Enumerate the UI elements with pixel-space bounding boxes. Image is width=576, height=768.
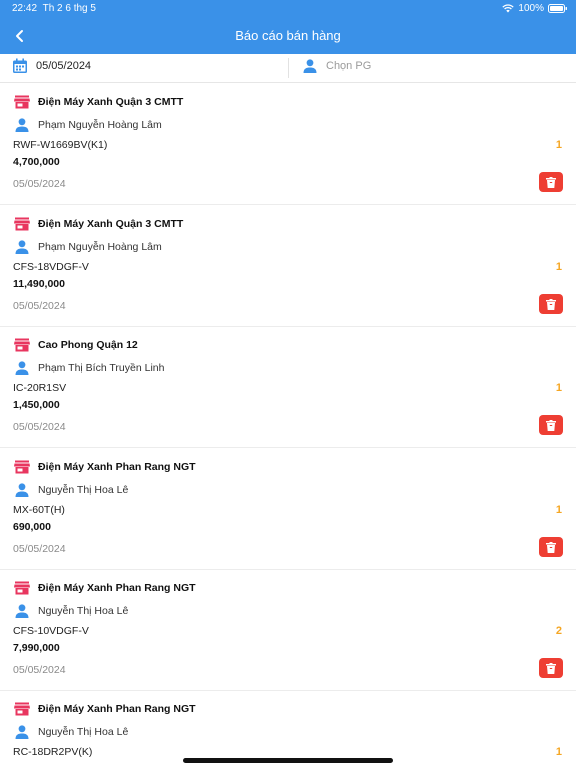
sale-date: 05/05/2024 [13,664,66,676]
trash-icon [546,662,556,674]
person-row: Phạm Nguyễn Hoàng Lâm [14,117,162,133]
quantity: 1 [555,504,562,516]
store-name: Điện Máy Xanh Quận 3 CMTT [38,218,184,230]
person-row: Nguyễn Thị Hoa Lê [14,603,128,619]
product-code: IC-20R1SV [13,382,67,394]
pg-placeholder: Chọn PG [326,60,372,72]
delete-button[interactable] [539,658,563,678]
product-code: CFS-10VDGF-V [13,625,89,637]
store-row: Điện Máy Xanh Phan Rang NGT [14,702,196,716]
person-icon [15,240,29,254]
product-code: RWF-W1669BV(K1) [13,139,108,151]
person-name: Phạm Nguyễn Hoàng Lâm [38,119,162,131]
filter-bar: 05/05/2024 Chọn PG [0,54,576,83]
store-name: Điện Máy Xanh Quận 3 CMTT [38,96,184,108]
delete-button[interactable] [539,172,563,192]
person-icon [15,483,29,497]
person-name: Phạm Nguyễn Hoàng Lâm [38,241,162,253]
product-code: RC-18DR2PV(K) [13,746,93,758]
page-title: Báo cáo bán hàng [235,28,341,43]
store-icon [14,460,30,474]
status-right: 100% [502,3,568,14]
list-item[interactable]: Điện Máy Xanh Phan Rang NGT Nguyễn Thị H… [0,448,576,570]
sale-date: 05/05/2024 [13,543,66,555]
person-row: Phạm Nguyễn Hoàng Lâm [14,239,162,255]
store-row: Điện Máy Xanh Quận 3 CMTT [14,95,183,109]
person-icon [15,725,29,739]
store-name: Điện Máy Xanh Phan Rang NGT [38,582,196,594]
sale-date: 05/05/2024 [13,300,66,312]
person-icon [15,361,29,375]
date-value: 05/05/2024 [36,60,92,72]
quantity: 1 [555,382,562,394]
store-row: Điện Máy Xanh Quận 3 CMTT [14,217,183,231]
home-indicator [183,758,393,763]
person-row: Nguyễn Thị Hoa Lê [14,724,128,740]
quantity: 1 [555,746,562,758]
store-name: Cao Phong Quận 12 [38,339,138,351]
status-time: 22:42 [12,3,38,14]
battery-percent: 100% [518,3,544,14]
list-item[interactable]: Điện Máy Xanh Phan Rang NGT Nguyễn Thị H… [0,569,576,691]
price: 7,990,000 [13,642,60,654]
date-picker[interactable]: 05/05/2024 [12,58,91,74]
store-icon [14,95,30,109]
store-name: Điện Máy Xanh Phan Rang NGT [38,461,196,473]
sale-date: 05/05/2024 [13,421,66,433]
status-time-date: 22:42 Th 2 6 thg 5 [12,3,96,14]
quantity: 1 [555,139,562,151]
status-bar: 22:42 Th 2 6 thg 5 100% [0,0,576,16]
person-name: Nguyễn Thị Hoa Lê [38,726,129,738]
store-icon [14,338,30,352]
trash-icon [546,541,556,553]
store-row: Điện Máy Xanh Phan Rang NGT [14,581,196,595]
wifi-icon [502,4,515,13]
price: 11,490,000 [13,278,65,290]
list-item[interactable]: Cao Phong Quận 12 Phạm Thị Bích Truyền L… [0,326,576,448]
person-row: Nguyễn Thị Hoa Lê [14,482,128,498]
store-row: Điện Máy Xanh Phan Rang NGT [14,460,196,474]
person-icon [303,59,317,73]
sale-date: 05/05/2024 [13,178,66,190]
filter-divider [288,58,289,78]
store-row: Cao Phong Quận 12 [14,338,138,352]
price: 1,450,000 [13,399,60,411]
price: 690,000 [13,521,51,533]
store-name: Điện Máy Xanh Phan Rang NGT [38,703,196,715]
delete-button[interactable] [539,537,563,557]
status-date: Th 2 6 thg 5 [42,3,96,14]
list-item[interactable]: Điện Máy Xanh Phan Rang NGT Nguyễn Thị H… [0,690,576,768]
calendar-icon [13,58,27,73]
list-item[interactable]: Điện Máy Xanh Quận 3 CMTT Phạm Nguyễn Ho… [0,83,576,205]
pg-selector[interactable]: Chọn PG [302,58,371,74]
price: 4,700,000 [13,156,60,168]
list-item[interactable]: Điện Máy Xanh Quận 3 CMTT Phạm Nguyễn Ho… [0,205,576,327]
trash-icon [546,298,556,310]
person-name: Nguyễn Thị Hoa Lê [38,484,129,496]
store-icon [14,581,30,595]
person-row: Phạm Thị Bích Truyền Linh [14,360,164,376]
person-icon [15,118,29,132]
product-code: MX-60T(H) [13,504,65,516]
product-code: CFS-18VDGF-V [13,261,89,273]
delete-button[interactable] [539,294,563,314]
person-name: Nguyễn Thị Hoa Lê [38,605,129,617]
person-name: Phạm Thị Bích Truyền Linh [38,362,165,374]
store-icon [14,217,30,231]
person-icon [15,604,29,618]
battery-icon [548,4,567,13]
app-header: 22:42 Th 2 6 thg 5 100% Báo cáo bán hàng [0,0,576,54]
trash-icon [546,176,556,188]
trash-icon [546,419,556,431]
quantity: 1 [555,261,562,273]
delete-button[interactable] [539,415,563,435]
quantity: 2 [555,625,562,637]
store-icon [14,702,30,716]
